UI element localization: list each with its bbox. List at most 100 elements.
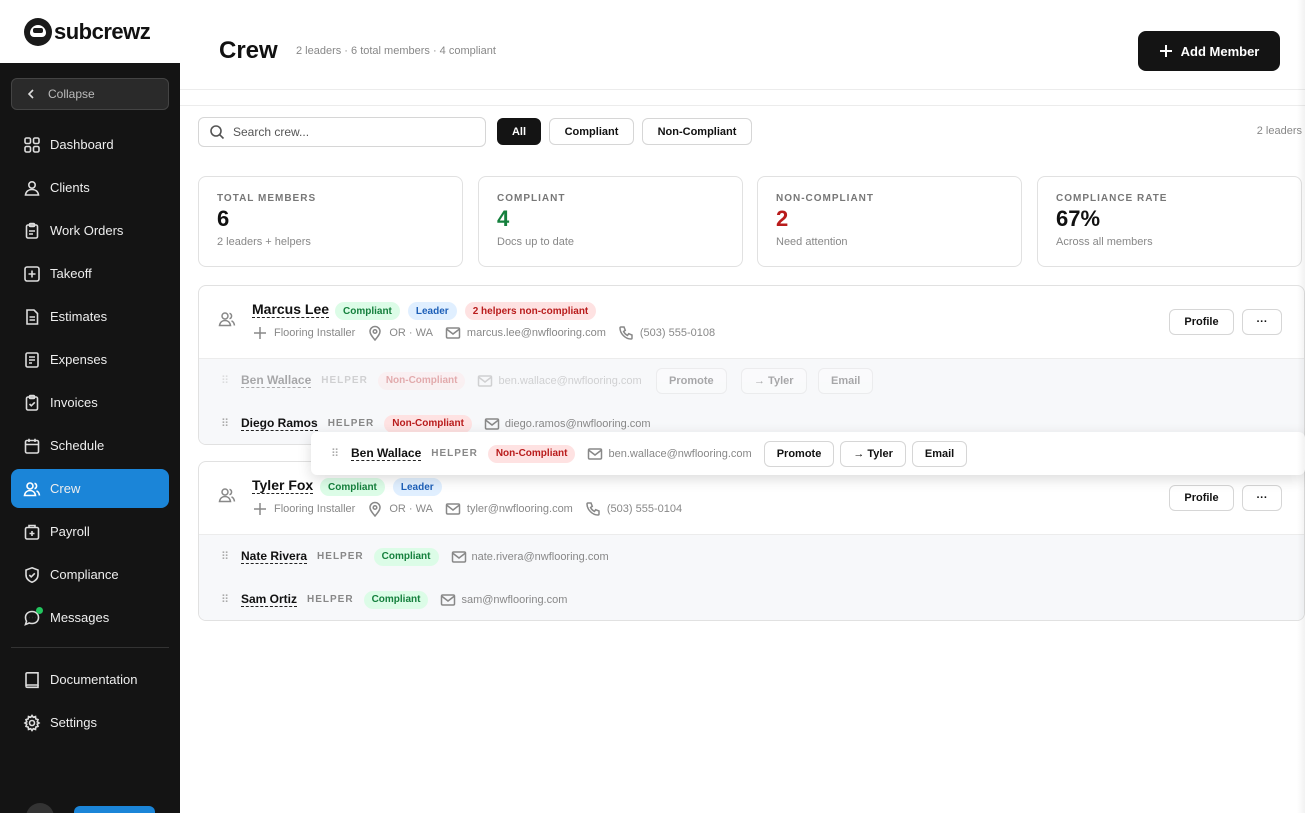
drag-handle-icon[interactable]: ⠿ bbox=[221, 417, 241, 430]
sidebar-item-payroll[interactable]: Payroll bbox=[11, 512, 169, 551]
wallet-icon bbox=[24, 524, 40, 540]
sidebar-item-expenses[interactable]: Expenses bbox=[11, 340, 169, 379]
phone-icon bbox=[586, 502, 600, 516]
helper-email[interactable]: sam@nwflooring.com bbox=[440, 592, 567, 608]
scroll-edge bbox=[1297, 0, 1305, 813]
filter-chip-all[interactable]: All bbox=[497, 118, 541, 145]
sidebar-item-crew[interactable]: Crew bbox=[11, 469, 169, 508]
drag-handle-icon[interactable]: ⠿ bbox=[221, 374, 241, 387]
filter-chip-non-compliant[interactable]: Non-Compliant bbox=[642, 118, 752, 145]
region: OR · WA bbox=[367, 325, 433, 341]
promote-button[interactable]: Promote bbox=[656, 368, 727, 394]
sidebar-item-label: Settings bbox=[50, 715, 97, 730]
sidebar-item-estimates[interactable]: Estimates bbox=[11, 297, 169, 336]
add-member-button[interactable]: Add Member bbox=[1138, 31, 1280, 71]
helper-role: HELPER bbox=[431, 448, 478, 459]
sidebar-item-label: Work Orders bbox=[50, 223, 124, 238]
status-badge: Compliant bbox=[320, 478, 385, 496]
stat-label: TOTAL MEMBERS bbox=[217, 193, 317, 204]
collapse-label: Collapse bbox=[48, 87, 95, 101]
sidebar-item-takeoff[interactable]: Takeoff bbox=[11, 254, 169, 293]
stat-compliance-rate: COMPLIANCE RATE 67% Across all members bbox=[1037, 176, 1302, 267]
sidebar-item-label: Compliance bbox=[50, 567, 119, 582]
stat-value: 2 bbox=[776, 206, 789, 231]
leader-name[interactable]: Marcus Lee bbox=[252, 301, 330, 318]
move-to-tyler-button[interactable]: → Tyler bbox=[840, 440, 906, 467]
email-button[interactable]: Email bbox=[818, 368, 874, 394]
filter-chip-compliant[interactable]: Compliant bbox=[549, 118, 634, 145]
stat-total-members: TOTAL MEMBERS 6 2 leaders + helpers bbox=[198, 176, 463, 267]
stat-label: NON-COMPLIANT bbox=[776, 193, 874, 204]
email[interactable]: marcus.lee@nwflooring.com bbox=[445, 325, 606, 341]
helper-name[interactable]: Diego Ramos bbox=[241, 416, 318, 431]
helper-name[interactable]: Sam Ortiz bbox=[241, 592, 298, 607]
map-pin-icon bbox=[369, 501, 382, 517]
profile-button[interactable]: Profile bbox=[1169, 309, 1234, 335]
helper-email[interactable]: nate.rivera@nwflooring.com bbox=[451, 549, 609, 565]
helper-email[interactable]: ben.wallace@nwflooring.com bbox=[477, 373, 642, 389]
helper-email[interactable]: ben.wallace@nwflooring.com bbox=[587, 446, 752, 462]
sidebar-item-dashboard[interactable]: Dashboard bbox=[11, 125, 169, 164]
avatar[interactable] bbox=[26, 803, 54, 813]
sidebar-item-settings[interactable]: Settings bbox=[11, 703, 169, 742]
plus-icon bbox=[1159, 45, 1172, 57]
mail-icon bbox=[445, 327, 461, 339]
sidebar-item-documentation[interactable]: Documentation bbox=[11, 660, 169, 699]
email-label: marcus.lee@nwflooring.com bbox=[466, 327, 606, 339]
status-badge: Non-Compliant bbox=[377, 371, 466, 390]
collapse-button[interactable]: Collapse bbox=[11, 78, 169, 110]
move-to-tyler-button[interactable]: → Tyler bbox=[741, 368, 807, 394]
phone[interactable]: (503) 555-0104 bbox=[585, 501, 682, 517]
region-label: OR · WA bbox=[389, 503, 433, 515]
brand-name: subcrewz bbox=[54, 18, 151, 44]
stat-label: COMPLIANT bbox=[497, 193, 566, 204]
drag-handle-icon[interactable]: ⠿ bbox=[221, 593, 241, 606]
helper-name[interactable]: Nate Rivera bbox=[241, 549, 308, 564]
pirate-logo-icon bbox=[24, 17, 52, 46]
sidebar-item-label: Invoices bbox=[50, 395, 98, 410]
status-badge: Compliant bbox=[363, 590, 429, 609]
helper-email[interactable]: diego.ramos@nwflooring.com bbox=[484, 416, 651, 432]
stat-sub: 2 leaders + helpers bbox=[217, 236, 311, 248]
profile-button[interactable]: Profile bbox=[1169, 485, 1234, 511]
sidebar-item-clients[interactable]: Clients bbox=[11, 168, 169, 207]
status-badge: Non-Compliant bbox=[487, 444, 576, 463]
more-options-button[interactable]: ··· bbox=[1242, 485, 1282, 511]
promote-button[interactable]: Promote bbox=[763, 440, 835, 467]
phone[interactable]: (503) 555-0108 bbox=[618, 325, 715, 341]
helper-name[interactable]: Ben Wallace bbox=[241, 373, 312, 388]
helper-role: HELPER bbox=[317, 551, 364, 562]
search-input[interactable] bbox=[233, 125, 473, 139]
users-icon bbox=[218, 488, 236, 503]
search-box[interactable] bbox=[198, 117, 486, 147]
sidebar-item-compliance[interactable]: Compliance bbox=[11, 555, 169, 594]
sidebar-item-messages[interactable]: Messages bbox=[11, 598, 169, 637]
stat-label: COMPLIANCE RATE bbox=[1056, 193, 1168, 204]
sidebar-item-label: Schedule bbox=[50, 438, 105, 453]
stat-sub: Need attention bbox=[776, 236, 848, 248]
sidebar-nav: Dashboard Clients Work Orders Takeoff Es… bbox=[11, 125, 169, 746]
drag-handle-icon[interactable]: ⠿ bbox=[331, 447, 351, 460]
sidebar-item-schedule[interactable]: Schedule bbox=[11, 426, 169, 465]
stat-value: 6 bbox=[217, 206, 230, 231]
sidebar-item-work-orders[interactable]: Work Orders bbox=[11, 211, 169, 250]
users-icon bbox=[23, 481, 41, 496]
account-button[interactable] bbox=[74, 806, 155, 813]
gear-icon bbox=[23, 713, 41, 732]
brand-logo[interactable]: subcrewz bbox=[0, 0, 180, 63]
email-button[interactable]: Email bbox=[911, 440, 968, 467]
sidebar-item-invoices[interactable]: Invoices bbox=[11, 383, 169, 422]
helper-name[interactable]: Ben Wallace bbox=[351, 446, 422, 461]
drag-handle-icon[interactable]: ⠿ bbox=[221, 550, 241, 563]
shield-check-icon bbox=[25, 566, 39, 583]
page-title: Crew bbox=[219, 37, 278, 64]
dragged-helper-row[interactable]: ⠿ Ben Wallace HELPER Non-Compliant ben.w… bbox=[311, 432, 1305, 475]
helpers-list: ⠿ Nate Rivera HELPER Compliant nate.rive… bbox=[199, 534, 1304, 620]
mail-icon bbox=[451, 550, 466, 563]
grid-icon bbox=[24, 136, 40, 153]
more-options-button[interactable]: ··· bbox=[1242, 309, 1282, 335]
leader-name[interactable]: Tyler Fox bbox=[252, 477, 314, 494]
sidebar-item-label: Expenses bbox=[50, 352, 108, 367]
leader-row: Marcus Lee Compliant Leader 2 helpers no… bbox=[199, 286, 1304, 358]
email[interactable]: tyler@nwflooring.com bbox=[445, 501, 573, 517]
